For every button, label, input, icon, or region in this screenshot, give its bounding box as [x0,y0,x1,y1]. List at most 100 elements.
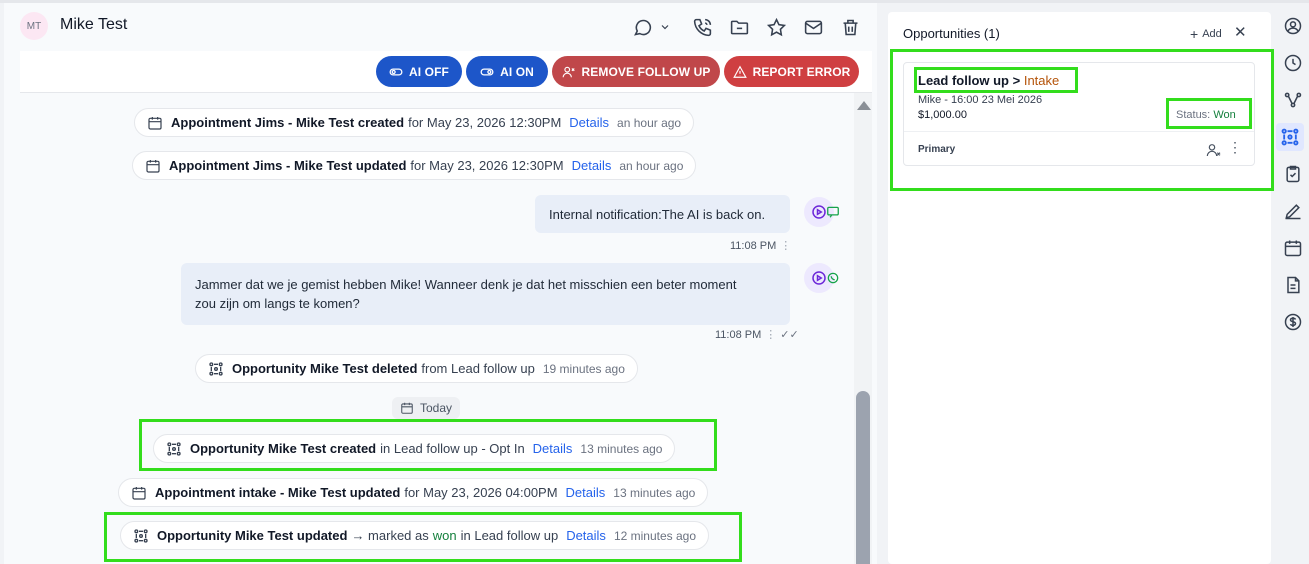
contact-name[interactable]: Mike Test [60,16,127,34]
won-status: won [432,528,457,543]
conversation-header: MT Mike Test [4,3,877,51]
message-meta: 11:08 PM ⋮ [730,239,791,253]
star-icon[interactable] [764,15,788,39]
add-label: Add [1202,28,1222,40]
avatar[interactable]: MT [20,12,48,40]
message-text: Internal notification:The AI is back on. [549,206,766,222]
document-icon[interactable] [1282,274,1304,296]
event-detail: from Lead follow up [421,361,535,376]
opportunity-subtitle: Mike - 16:00 23 Mei 2026 [918,94,1043,106]
event-detail: for May 23, 2026 12:30PM [410,158,564,173]
scroll-thumb[interactable] [856,391,870,564]
message-text-line-2: zou zijn om langs te komen? [195,296,360,311]
dollar-icon[interactable] [1282,311,1304,333]
trash-icon[interactable] [838,15,862,39]
date-divider: Today [392,397,461,419]
calendar-icon[interactable] [1282,237,1304,259]
status-label: Status: [1176,109,1211,121]
opportunity-card[interactable]: Lead follow up > Intake Mike - 16:00 23 … [903,62,1255,166]
event-time: 13 minutes ago [580,441,663,456]
event-time: 12 minutes ago [613,528,696,543]
opportunity-icon [133,528,149,544]
primary-contact-label: Primary [918,144,956,155]
chat-icon [827,206,839,218]
report-error-button[interactable]: REPORT ERROR [724,56,859,87]
add-opportunity-button[interactable]: + Add [1190,26,1222,42]
chat-bubble-icon[interactable] [630,15,654,39]
opportunities-panel: Opportunities (1) + Add ✕ Lead follow up… [888,12,1274,564]
message-meta: 11:08 PM ⋮ ✓✓ [715,328,799,342]
activity-event: Appointment intake - Mike Test updated f… [118,478,709,507]
chevron-down-icon[interactable] [658,15,672,39]
ai-on-label: AI ON [500,64,534,79]
event-detail-prefix: → marked as [351,528,429,543]
calendar-icon [145,158,161,174]
pen-icon[interactable] [1282,200,1304,222]
activity-event: Appointment Jims - Mike Test updated for… [132,151,697,180]
activity-event: Opportunity Mike Test updated → marked a… [120,521,709,550]
opportunity-icon [208,361,224,377]
scrollbar[interactable] [854,93,872,564]
user-remove-icon [562,66,575,77]
close-icon[interactable]: ✕ [1234,23,1247,41]
task-icon[interactable] [1282,163,1304,185]
ai-off-label: AI OFF [409,64,449,79]
event-time: an hour ago [617,115,682,130]
card-divider [904,131,1254,132]
activity-event: Opportunity Mike Test created in Lead fo… [153,434,676,463]
message-bubble[interactable]: Jammer dat we je gemist hebben Mike! Wan… [181,263,790,325]
opportunities-title: Opportunities (1) [903,26,1000,41]
event-title: Appointment intake - Mike Test updated [155,485,401,500]
workflow-icon[interactable] [1282,89,1304,111]
message-time: 11:08 PM [715,328,762,341]
event-time: 13 minutes ago [613,485,696,500]
activity-event: Opportunity Mike Test deleted from Lead … [195,354,638,383]
message-bubble[interactable]: Internal notification:The AI is back on. [535,195,790,233]
user-circle-icon[interactable] [1282,15,1304,37]
warning-icon [732,65,747,78]
phone-icon[interactable] [690,15,714,39]
event-detail: in Lead follow up [460,528,559,543]
stage-name: Intake [1023,73,1060,88]
opportunity-status: Status: Won [1176,109,1236,121]
message-text-line-1: Jammer dat we je gemist hebben Mike! Wan… [195,277,737,292]
calendar-icon [401,402,413,414]
calendar-icon [131,485,147,501]
remove-follow-up-button[interactable]: REMOVE FOLLOW UP [552,56,720,87]
activity-event: Appointment Jims - Mike Test created for… [134,108,695,137]
toggle-off-icon [389,67,403,76]
remove-follow-up-label: REMOVE FOLLOW UP [581,64,711,79]
ai-off-button[interactable]: AI OFF [376,56,462,87]
event-detail: in Lead follow up - Opt In [380,441,525,456]
message-time: 11:08 PM [730,239,777,252]
plus-icon: + [1190,26,1199,42]
event-title: Appointment Jims - Mike Test created [171,115,405,130]
event-detail: for May 23, 2026 12:30PM [408,115,562,130]
details-link[interactable]: Details [533,441,573,456]
mail-icon[interactable] [801,15,825,39]
details-link[interactable]: Details [572,158,612,173]
conversation-panel: MT Mike Test AI OFF AI ON REMOVE FOLLOW … [4,3,877,564]
opportunity-icon[interactable] [1279,126,1301,148]
event-time: 19 minutes ago [542,361,625,376]
report-error-label: REPORT ERROR [752,64,851,79]
ai-on-button[interactable]: AI ON [466,56,548,87]
double-check-icon: ✓✓ [780,329,799,341]
clock-icon[interactable] [1282,52,1304,74]
event-detail: for May 23, 2026 04:00PM [404,485,558,500]
event-title: Opportunity Mike Test deleted [232,361,418,376]
event-time: an hour ago [619,158,684,173]
scroll-up-arrow-icon[interactable] [857,101,871,110]
toggle-on-icon [480,67,494,76]
event-title: Appointment Jims - Mike Test updated [169,158,407,173]
whatsapp-channel-icon [804,263,839,293]
more-options-icon[interactable]: ⋮ [780,239,791,252]
right-rail [1276,12,1309,564]
details-link[interactable]: Details [566,485,606,500]
folder-icon[interactable] [727,15,751,39]
details-link[interactable]: Details [566,528,606,543]
more-options-icon[interactable]: ⋮ [1228,139,1242,156]
user-remove-icon[interactable] [1206,142,1222,158]
more-options-icon[interactable]: ⋮ [765,328,776,341]
details-link[interactable]: Details [569,115,609,130]
